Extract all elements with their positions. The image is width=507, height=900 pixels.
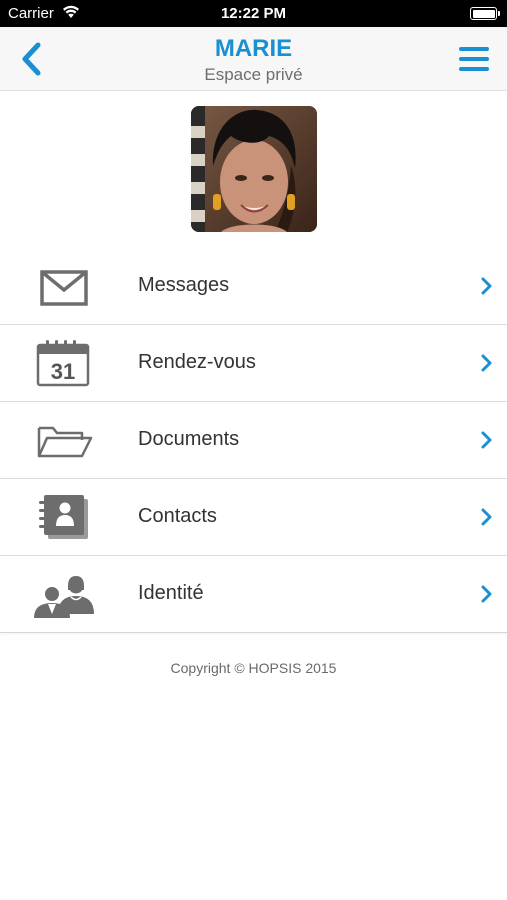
menu-item-label: Identité bbox=[138, 582, 204, 604]
menu-item-label: Documents bbox=[138, 428, 240, 450]
page-title: MARIE bbox=[214, 35, 293, 62]
avatar[interactable] bbox=[191, 106, 317, 232]
navigation-bar: MARIE Espace privé bbox=[0, 27, 507, 91]
hamburger-menu-icon bbox=[459, 47, 489, 71]
menu-item-rendez-vous[interactable]: 31 Rendez-vous bbox=[0, 325, 507, 402]
page-subtitle: Espace privé bbox=[204, 65, 303, 84]
menu-item-identite[interactable]: Identité bbox=[0, 556, 507, 633]
chevron-right-icon bbox=[481, 585, 492, 603]
battery-icon bbox=[470, 7, 500, 20]
menu-button[interactable] bbox=[457, 44, 491, 74]
folder-icon bbox=[30, 416, 96, 464]
copyright-text: Copyright © HOPSIS 2015 bbox=[170, 660, 337, 676]
people-icon bbox=[30, 570, 96, 618]
menu-item-label: Messages bbox=[138, 274, 230, 296]
chevron-right-icon bbox=[481, 277, 492, 295]
status-time: 12:22 PM bbox=[220, 5, 287, 22]
calendar-icon: 31 bbox=[30, 339, 96, 387]
chevron-right-icon bbox=[481, 431, 492, 449]
menu-item-label: Contacts bbox=[138, 505, 217, 527]
status-bar: Carrier 12:22 PM bbox=[0, 0, 507, 27]
address-book-icon bbox=[30, 493, 96, 541]
chevron-right-icon bbox=[481, 354, 492, 372]
chevron-right-icon bbox=[481, 508, 492, 526]
menu-item-documents[interactable]: Documents bbox=[0, 402, 507, 479]
envelope-icon bbox=[30, 262, 96, 310]
calendar-day-number: 31 bbox=[51, 359, 75, 384]
menu-item-label: Rendez-vous bbox=[138, 351, 256, 373]
menu-list: Messages 31 Rendez-vous Documents Contac… bbox=[0, 248, 507, 633]
menu-item-messages[interactable]: Messages bbox=[0, 248, 507, 325]
menu-item-contacts[interactable]: Contacts bbox=[0, 479, 507, 556]
